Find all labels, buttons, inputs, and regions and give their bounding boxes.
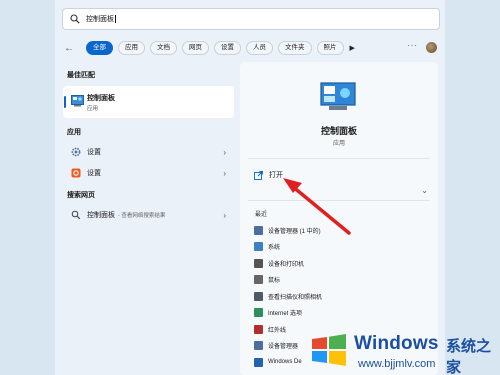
search-web-heading: 搜索网页	[67, 192, 95, 199]
filter-folders[interactable]: 文件夹	[278, 41, 312, 55]
search-box[interactable]: 控制面板	[62, 8, 440, 30]
back-arrow-icon[interactable]: ←	[62, 43, 76, 54]
recent-item[interactable]: 鼠标	[254, 274, 280, 286]
filter-documents[interactable]: 文档	[150, 41, 177, 55]
app-result-settings[interactable]: 设置 ›	[63, 143, 234, 161]
chevron-right-icon[interactable]: ›	[223, 148, 226, 157]
web-search-sub: - 查看网络搜索结果	[118, 213, 166, 219]
recent-item-label: 设备管理器 (1 中的)	[268, 228, 321, 235]
watermark: Windows 系统之家 www.bjjmlv.com	[300, 323, 500, 375]
recent-item-icon	[254, 308, 263, 317]
recent-item[interactable]: 系统	[254, 241, 280, 253]
recent-item-icon	[254, 275, 263, 284]
chevron-right-icon[interactable]: ›	[223, 169, 226, 178]
watermark-brand-cn: 系统之家	[446, 338, 492, 375]
recent-item-icon	[254, 357, 263, 367]
recent-item-label: Internet 选项	[268, 311, 303, 317]
recent-item-icon	[254, 324, 263, 334]
chevron-right-icon[interactable]: ›	[223, 211, 226, 220]
filter-all[interactable]: 全部	[86, 41, 113, 55]
recent-item[interactable]: Internet 选项	[254, 307, 302, 319]
recent-item[interactable]: 设备管理器	[254, 340, 298, 352]
control-panel-icon	[71, 95, 84, 107]
text-caret	[115, 15, 116, 23]
filter-photos[interactable]: 照片	[316, 41, 344, 55]
best-match-item[interactable]: 控制面板 应用	[63, 86, 234, 118]
recent-item-icon	[254, 258, 263, 268]
recent-item-label: 鼠标	[268, 278, 281, 284]
recent-item-label: 红外线	[268, 327, 287, 334]
recent-item-icon	[254, 225, 263, 235]
recent-item-icon	[254, 242, 263, 251]
recent-item-icon	[254, 291, 263, 301]
recent-item-label: 系统	[268, 245, 281, 251]
watermark-url: www.bjjmlv.com	[358, 358, 436, 370]
filter-apps[interactable]: 应用	[118, 41, 145, 55]
recent-item-label: Windows De	[268, 359, 302, 365]
recent-item-label: 设备和打印机	[268, 261, 305, 268]
avatar[interactable]	[426, 42, 437, 53]
app-result-label: 设置	[87, 170, 101, 177]
recent-heading: 最近	[255, 212, 268, 218]
selection-indicator	[64, 96, 66, 108]
windows-logo-icon	[312, 334, 346, 366]
settings-app-icon	[71, 168, 81, 178]
filter-bar: ← 全部 应用 文档 网页 设置 人员 文件夹 照片 ▶ ···	[62, 40, 440, 56]
search-icon	[70, 14, 80, 24]
recent-item-icon	[254, 341, 263, 350]
control-panel-icon	[320, 82, 356, 110]
divider	[248, 158, 430, 159]
recent-item-label: 设备管理器	[268, 344, 299, 350]
search-icon	[71, 210, 81, 220]
best-match-title: 控制面板	[87, 95, 115, 102]
recent-item-label: 查看扫描仪和照相机	[268, 294, 323, 301]
filter-web[interactable]: 网页	[182, 41, 209, 55]
detail-type: 应用	[332, 141, 345, 147]
app-result-label: 设置	[87, 149, 101, 156]
recent-item[interactable]: 查看扫描仪和照相机	[254, 290, 322, 302]
more-options-button[interactable]: ···	[407, 41, 418, 50]
filter-settings[interactable]: 设置	[214, 41, 241, 55]
search-input[interactable]: 控制面板	[86, 14, 114, 24]
open-label: 打开	[269, 172, 283, 179]
divider	[248, 200, 430, 201]
filter-people[interactable]: 人员	[246, 41, 273, 55]
best-match-type: 应用	[87, 106, 99, 112]
recent-item[interactable]: 设备和打印机	[254, 257, 304, 269]
watermark-brand: Windows	[354, 333, 439, 354]
best-match-heading: 最佳匹配	[67, 72, 95, 79]
app-result-settings-2[interactable]: 设置 ›	[63, 164, 234, 182]
recent-item[interactable]: Windows De	[254, 356, 302, 368]
chevron-down-icon[interactable]: ⌄	[421, 186, 428, 195]
web-search-result[interactable]: 控制面板 - 查看网络搜索结果 ›	[63, 206, 234, 224]
open-external-icon	[254, 170, 263, 180]
gear-icon	[71, 147, 81, 157]
web-search-label: 控制面板	[87, 212, 115, 219]
apps-heading: 应用	[67, 129, 81, 136]
recent-item[interactable]: 设备管理器 (1 中的)	[254, 224, 321, 236]
recent-item[interactable]: 红外线	[254, 323, 286, 335]
more-filters-icon[interactable]: ▶	[350, 44, 355, 52]
open-action[interactable]: 打开	[254, 170, 283, 180]
detail-title: 控制面板	[320, 126, 357, 136]
